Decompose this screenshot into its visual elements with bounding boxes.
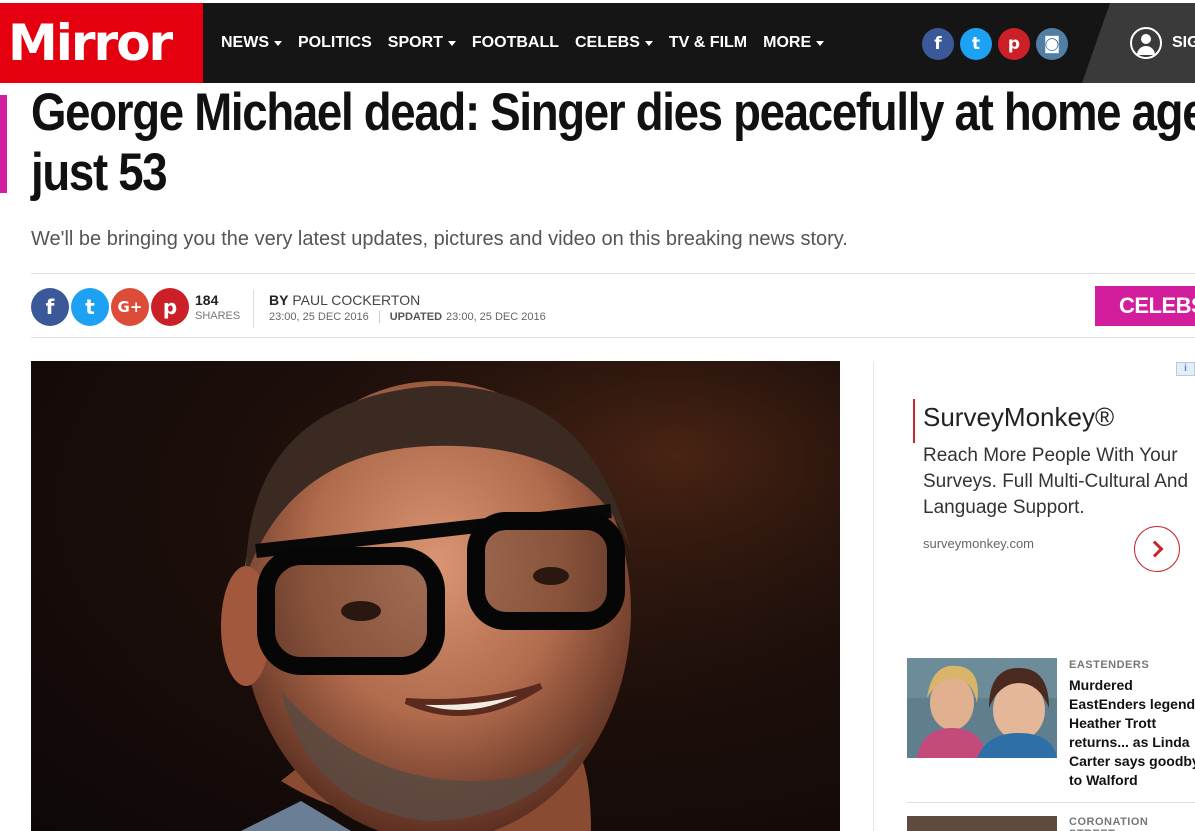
caret-down-icon (816, 41, 825, 46)
top-navigation-bar: Mirror NEWS POLITICS SPORT FOOTBALL CELE… (0, 3, 1195, 83)
ad-info-icon[interactable]: i (1176, 362, 1195, 376)
pinterest-icon[interactable]: p (998, 28, 1030, 60)
twitter-icon[interactable]: t (71, 288, 109, 326)
user-icon (1130, 27, 1162, 59)
nav-item-politics[interactable]: POLITICS (298, 34, 372, 52)
hero-image (31, 361, 840, 831)
facebook-icon[interactable]: f (31, 288, 69, 326)
signin-label: SIG (1172, 34, 1195, 51)
ad-accent-line (913, 399, 915, 443)
header-social-links: f t p ◙ (922, 28, 1074, 60)
nav-item-football[interactable]: FOOTBALL (472, 34, 559, 52)
related-article-image[interactable] (907, 816, 1057, 831)
google-plus-icon[interactable]: G+ (111, 288, 149, 326)
share-count: 184 SHARES (195, 292, 241, 322)
share-buttons: f t G+ p (31, 288, 191, 326)
updated-time: 23:00, 25 DEC 2016 (446, 311, 546, 323)
nav-item-sport[interactable]: SPORT (388, 34, 456, 52)
main-nav: NEWS POLITICS SPORT FOOTBALL CELEBS TV &… (221, 3, 840, 83)
author-link[interactable]: PAUL COCKERTON (292, 292, 420, 308)
instagram-icon[interactable]: ◙ (1036, 28, 1068, 60)
ad-body[interactable]: Reach More People With Your Surveys. Ful… (923, 443, 1195, 521)
nav-item-news[interactable]: NEWS (221, 34, 282, 52)
caret-down-icon (644, 41, 653, 46)
related-article-title[interactable]: Murdered EastEnders legend Heather Trott… (1069, 676, 1195, 790)
caret-down-icon (447, 41, 456, 46)
section-tag-celebs[interactable]: CELEBS (1095, 286, 1195, 326)
nav-item-celebs[interactable]: CELEBS (575, 34, 653, 52)
signin-button[interactable]: SIG (1130, 27, 1195, 59)
caret-down-icon (274, 41, 282, 46)
divider (31, 273, 1195, 274)
ad-open-button[interactable] (1134, 526, 1180, 572)
related-article-kicker[interactable]: EASTENDERS (1069, 659, 1149, 671)
byline: BY PAUL COCKERTON (269, 292, 421, 308)
related-article-kicker[interactable]: CORONATION STREET (1069, 816, 1195, 831)
divider (907, 802, 1195, 803)
ad-title[interactable]: SurveyMonkey® (923, 402, 1114, 433)
column-divider (873, 361, 874, 831)
article-headline: George Michael dead: Singer dies peacefu… (31, 83, 1195, 202)
related-article-image[interactable] (907, 658, 1057, 758)
signin-area: SIG (1082, 3, 1195, 83)
nav-item-more[interactable]: MORE (763, 34, 825, 52)
published-time: 23:00, 25 DEC 2016 (269, 311, 369, 323)
divider (31, 337, 1195, 338)
pinterest-icon[interactable]: p (151, 288, 189, 326)
facebook-icon[interactable]: f (922, 28, 954, 60)
divider (253, 290, 254, 328)
article-standfirst: We'll be bringing you the very latest up… (31, 228, 848, 250)
chevron-right-icon (1146, 540, 1163, 558)
article-dates: 23:00, 25 DEC 2016 UPDATED 23:00, 25 DEC… (269, 311, 546, 323)
mirror-logo[interactable]: Mirror (0, 3, 203, 83)
nav-item-tv-film[interactable]: TV & FILM (669, 34, 747, 52)
ad-url[interactable]: surveymonkey.com (923, 536, 1034, 551)
twitter-icon[interactable]: t (960, 28, 992, 60)
section-accent-bar (0, 95, 7, 193)
